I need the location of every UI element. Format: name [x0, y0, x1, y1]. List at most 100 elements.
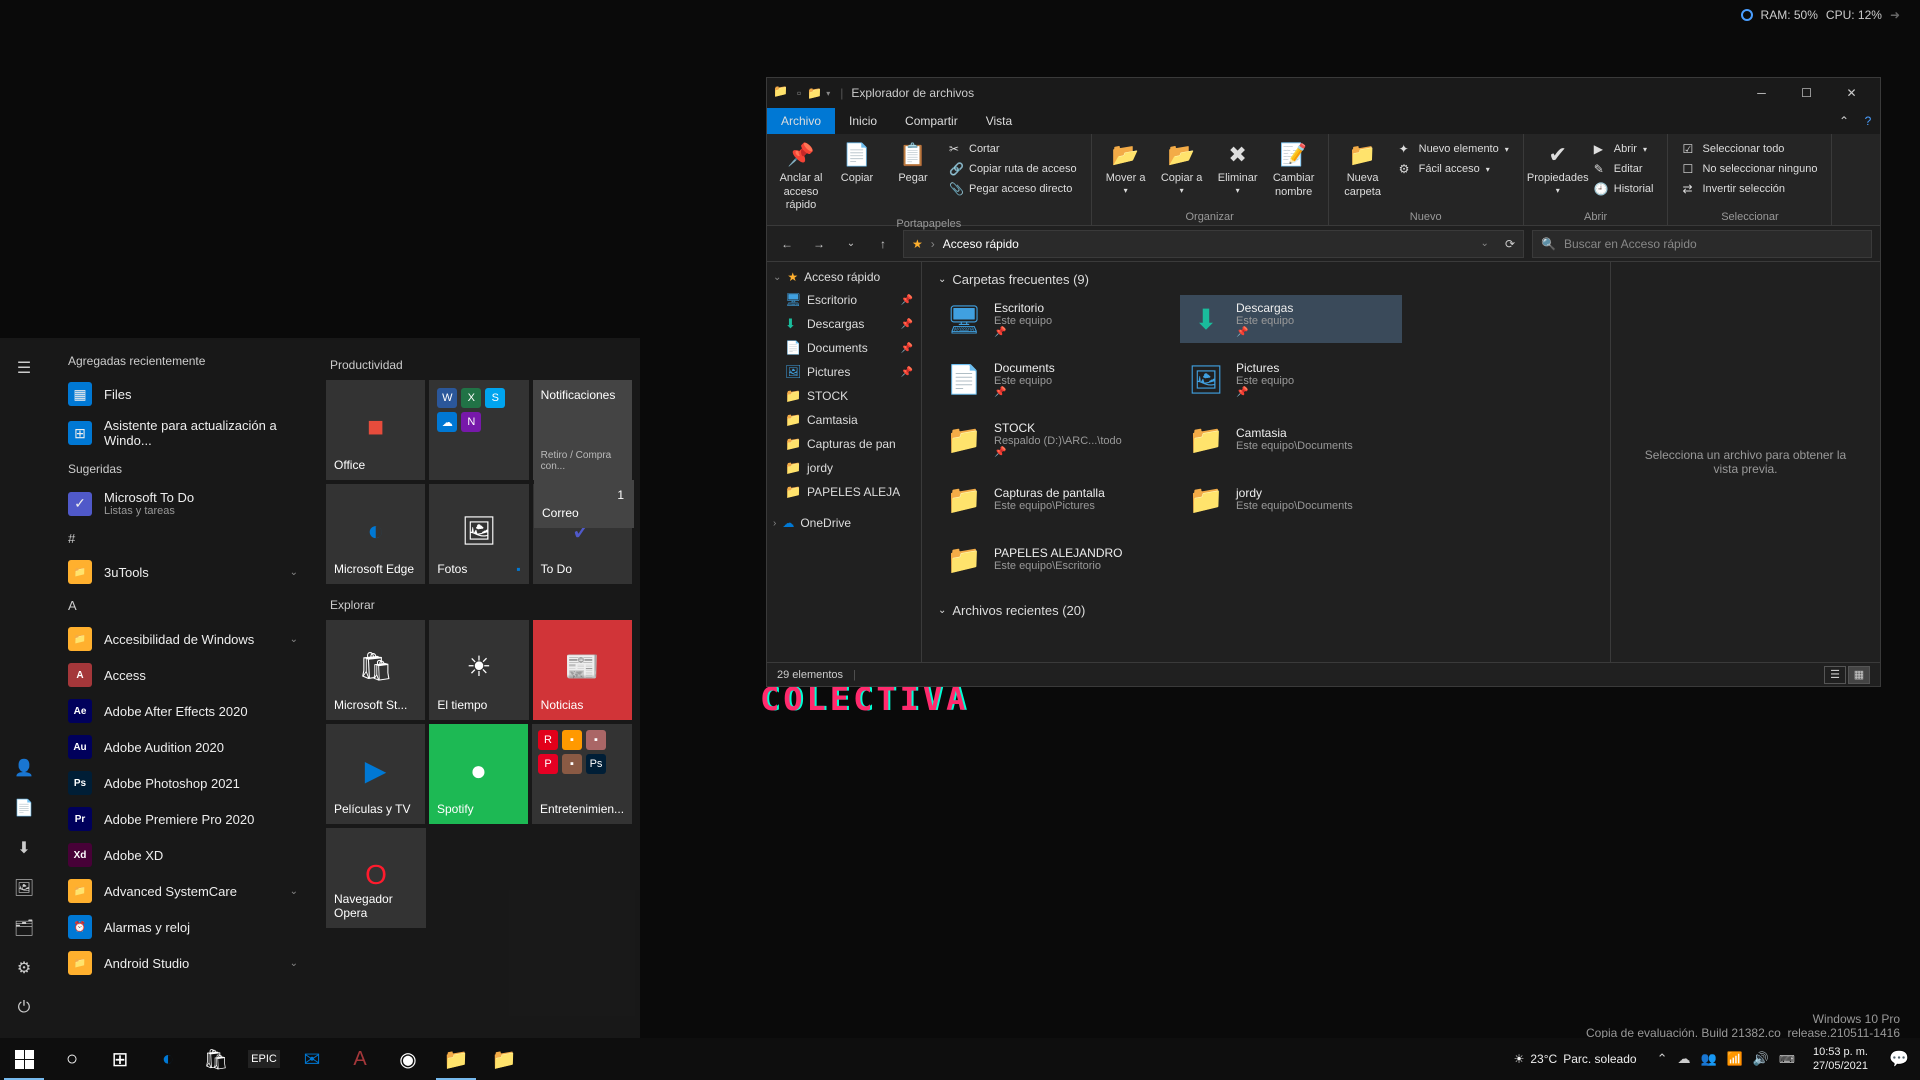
refresh-button[interactable]: ⟳	[1505, 237, 1515, 251]
search-button[interactable]: ○	[48, 1038, 96, 1080]
tile-fotos[interactable]: 🖼Fotos▪	[429, 484, 528, 584]
recent-dropdown-button[interactable]: ⌄	[839, 232, 863, 256]
minimize-button[interactable]: ─	[1739, 78, 1784, 108]
frequent-folders-header[interactable]: ⌄ Carpetas frecuentes (9)	[938, 272, 1594, 287]
tree-item[interactable]: ⬇Descargas📌	[767, 312, 921, 336]
tile-notifications[interactable]: NotificacionesRetiro / Compra con...	[533, 380, 632, 480]
edit-button[interactable]: ✎Editar	[1590, 160, 1658, 178]
cut-button[interactable]: ✂Cortar	[945, 140, 1081, 158]
qat-dropdown-icon[interactable]: ▾	[826, 89, 830, 98]
tree-item[interactable]: 📁Camtasia	[767, 408, 921, 432]
history-button[interactable]: 🕘Historial	[1590, 180, 1658, 198]
tile-movies[interactable]: ▶Películas y TV	[326, 724, 425, 824]
copy-path-button[interactable]: 🔗Copiar ruta de acceso	[945, 160, 1081, 178]
tree-item[interactable]: 🖥Escritorio📌	[767, 288, 921, 312]
task-view-button[interactable]: ⊞	[96, 1038, 144, 1080]
qat-folder-icon[interactable]: 📁	[807, 86, 822, 100]
app-item[interactable]: AeAdobe After Effects 2020	[48, 693, 318, 729]
user-account-icon[interactable]: 👤	[0, 748, 48, 788]
taskbar-store[interactable]: 🛍	[192, 1038, 240, 1080]
tree-item[interactable]: 📁Capturas de pan	[767, 432, 921, 456]
tile-news[interactable]: 📰Noticias	[533, 620, 632, 720]
invert-selection-button[interactable]: ⇄Invertir selección	[1678, 180, 1821, 198]
folder-item[interactable]: 🖼 PicturesEste equipo📌	[1180, 355, 1402, 403]
folder-item[interactable]: 📁 Capturas de pantallaEste equipo\Pictur…	[938, 475, 1160, 523]
app-item[interactable]: 📁Android Studio⌄	[48, 945, 318, 981]
app-item[interactable]: 📁Accesibilidad de Windows⌄	[48, 621, 318, 657]
app-item[interactable]: AuAdobe Audition 2020	[48, 729, 318, 765]
tree-item[interactable]: 📁jordy	[767, 456, 921, 480]
downloads-icon[interactable]: ⬇	[0, 828, 48, 868]
settings-icon[interactable]: ⚙	[0, 948, 48, 988]
tree-onedrive[interactable]: › ☁ OneDrive	[767, 512, 921, 534]
qat-save-icon[interactable]: ▫	[797, 86, 801, 100]
paste-button[interactable]: 📋Pegar	[885, 138, 941, 190]
move-to-button[interactable]: 📂Mover a▾	[1098, 138, 1154, 199]
tile-correo[interactable]: Correo1	[534, 480, 634, 528]
app-update-assistant[interactable]: ⊞Asistente para actualización a Windo...	[48, 412, 318, 454]
forward-button[interactable]: →	[807, 232, 831, 256]
letter-header[interactable]: A	[48, 590, 318, 621]
titlebar[interactable]: 📁 ▫ 📁 ▾ | Explorador de archivos ─ ☐ ✕	[767, 78, 1880, 108]
properties-button[interactable]: ✔Propiedades▾	[1530, 138, 1586, 199]
letter-header[interactable]: #	[48, 523, 318, 554]
taskbar-mail[interactable]: ✉	[288, 1038, 336, 1080]
pin-quick-access-button[interactable]: 📌Anclar al acceso rápido	[773, 138, 829, 216]
details-view-button[interactable]: ☰	[1824, 666, 1846, 684]
app-files[interactable]: ▦Files	[48, 376, 318, 412]
action-center-button[interactable]: 💬	[1878, 1049, 1920, 1069]
weather-widget[interactable]: ☀ 23°C Parc. soleado	[1502, 1052, 1649, 1066]
app-item[interactable]: 📁3uTools⌄	[48, 554, 318, 590]
app-item[interactable]: 📁Advanced SystemCare⌄	[48, 873, 318, 909]
tab-compartir[interactable]: Compartir	[891, 108, 972, 134]
select-none-button[interactable]: ☐No seleccionar ninguno	[1678, 160, 1821, 178]
tray-wifi-icon[interactable]: 📶	[1727, 1051, 1743, 1067]
folder-item[interactable]: 📁 jordyEste equipo\Documents	[1180, 475, 1402, 523]
tree-item[interactable]: 📁PAPELES ALEJA	[767, 480, 921, 504]
taskbar-access[interactable]: A	[336, 1038, 384, 1080]
delete-button[interactable]: ✖Eliminar▾	[1210, 138, 1266, 199]
address-bar[interactable]: ★ › Acceso rápido ⌄ ⟳	[903, 230, 1524, 258]
taskbar-chrome[interactable]: ◉	[384, 1038, 432, 1080]
back-button[interactable]: ←	[775, 232, 799, 256]
tile-store[interactable]: 🛍Microsoft St...	[326, 620, 425, 720]
tile-entertainment[interactable]: R▪▪ P▪Ps Entretenimien...	[532, 724, 632, 824]
stats-arrow-icon[interactable]: ➜	[1890, 8, 1900, 22]
recent-files-header[interactable]: ⌄ Archivos recientes (20)	[938, 603, 1594, 618]
taskbar-epic[interactable]: EPIC	[240, 1038, 288, 1080]
copy-to-button[interactable]: 📂Copiar a▾	[1154, 138, 1210, 199]
tab-archivo[interactable]: Archivo	[767, 108, 835, 134]
tree-quick-access[interactable]: ⌄ ★ Acceso rápido	[767, 266, 921, 288]
tray-volume-icon[interactable]: 🔊	[1753, 1051, 1769, 1067]
tile-office[interactable]: ■Office	[326, 380, 425, 480]
taskbar-folder2[interactable]: 📁	[480, 1038, 528, 1080]
folder-item[interactable]: 📁 CamtasiaEste equipo\Documents	[1180, 415, 1402, 463]
easy-access-button[interactable]: ⚙Fácil acceso▾	[1395, 160, 1513, 178]
tile-office-apps[interactable]: WXS ☁N	[429, 380, 528, 480]
clock[interactable]: 10:53 p. m. 27/05/2021	[1803, 1045, 1878, 1074]
tray-meet-icon[interactable]: 👥	[1700, 1051, 1716, 1067]
copy-button[interactable]: 📄Copiar	[829, 138, 885, 190]
taskbar-edge[interactable]: ◐	[144, 1038, 192, 1080]
app-item[interactable]: PrAdobe Premiere Pro 2020	[48, 801, 318, 837]
app-item[interactable]: PsAdobe Photoshop 2021	[48, 765, 318, 801]
tree-item[interactable]: 🖼Pictures📌	[767, 360, 921, 384]
paste-shortcut-button[interactable]: 📎Pegar acceso directo	[945, 180, 1081, 198]
tray-language-icon[interactable]: ⌨	[1779, 1053, 1795, 1066]
hamburger-icon[interactable]: ☰	[0, 348, 48, 388]
folder-item[interactable]: 📄 DocumentsEste equipo📌	[938, 355, 1160, 403]
select-all-button[interactable]: ☑Seleccionar todo	[1678, 140, 1821, 158]
new-folder-button[interactable]: 📁Nueva carpeta	[1335, 138, 1391, 203]
tile-spotify[interactable]: ●Spotify	[429, 724, 528, 824]
start-button[interactable]	[0, 1038, 48, 1080]
pictures-icon[interactable]: 🖼	[0, 868, 48, 908]
tray-chevron-icon[interactable]: ⌃	[1657, 1051, 1668, 1067]
tab-inicio[interactable]: Inicio	[835, 108, 891, 134]
documents-icon[interactable]: 📄	[0, 788, 48, 828]
folder-item[interactable]: ⬇ DescargasEste equipo📌	[1180, 295, 1402, 343]
ribbon-collapse-icon[interactable]: ⌃	[1832, 108, 1856, 134]
help-icon[interactable]: ?	[1856, 108, 1880, 134]
folder-item[interactable]: 📁 PAPELES ALEJANDROEste equipo\Escritori…	[938, 535, 1160, 583]
tree-item[interactable]: 📄Documents📌	[767, 336, 921, 360]
icons-view-button[interactable]: ▦	[1848, 666, 1870, 684]
